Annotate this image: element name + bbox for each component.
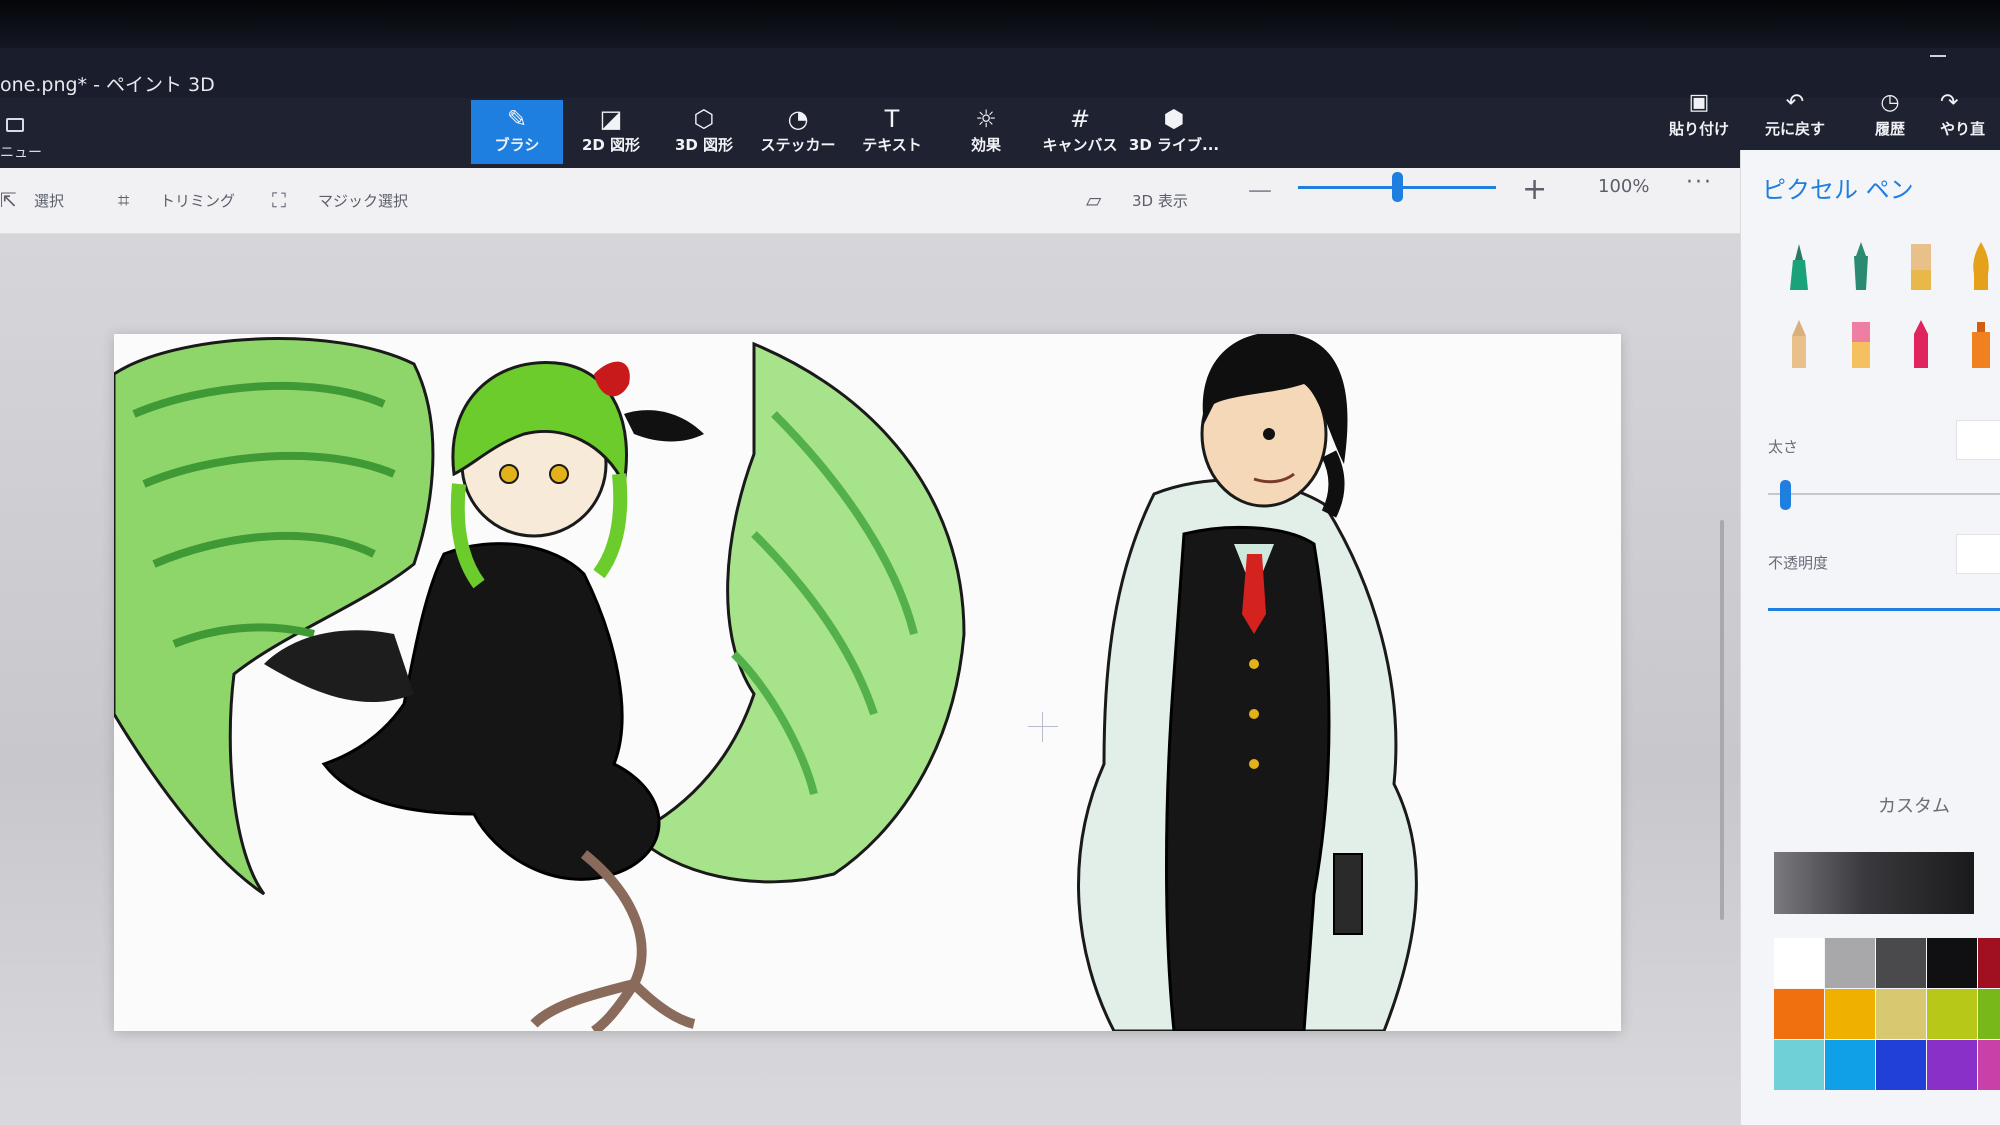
redo-label: やり直 — [1940, 120, 1986, 138]
menu-label: ニュー — [0, 145, 42, 161]
tool-3d-shapes[interactable]: ⬡ 3D 図形 — [658, 100, 750, 164]
color-swatch[interactable] — [1978, 989, 2000, 1039]
effects-icon: ☼ — [975, 105, 997, 133]
brush-icon: ✎ — [506, 105, 528, 133]
custom-color-label: カスタム — [1878, 796, 1950, 817]
color-swatch[interactable] — [1825, 938, 1875, 988]
drawing-canvas[interactable] — [114, 334, 1621, 1031]
tool-2d-shapes[interactable]: ◪ 2D 図形 — [565, 100, 657, 164]
cursor-crosshair — [1028, 712, 1058, 742]
zoom-slider-thumb[interactable] — [1392, 172, 1403, 202]
opacity-label: 不透明度 — [1768, 554, 1829, 572]
3d-shapes-icon: ⬡ — [693, 105, 715, 133]
undo-button[interactable]: ↶ 元に戻す — [1750, 88, 1840, 148]
select-button[interactable]: 選択 — [34, 190, 64, 211]
view-3d-icon: ▱ — [1086, 188, 1102, 212]
stickers-icon: ◔ — [787, 105, 809, 133]
tool-label: 2D 図形 — [581, 136, 641, 154]
brush-marker-icon[interactable] — [1784, 240, 1814, 292]
color-swatch[interactable] — [1825, 989, 1875, 1039]
color-swatch[interactable] — [1774, 1040, 1824, 1090]
thickness-input[interactable] — [1956, 420, 2000, 460]
color-swatch[interactable] — [1978, 1040, 2000, 1090]
color-swatch[interactable] — [1825, 1040, 1875, 1090]
history-button[interactable]: ◷ 履歴 — [1845, 88, 1935, 148]
color-swatch[interactable] — [1774, 938, 1824, 988]
history-label: 履歴 — [1874, 120, 1905, 138]
redo-button[interactable]: ↷ やり直 — [1940, 88, 2000, 148]
text-icon: T — [884, 105, 900, 133]
magic-select-icon: ⛶ — [272, 188, 286, 212]
tool-label: 3D ライブ... — [1128, 136, 1220, 154]
artwork-illustration — [114, 334, 1418, 1031]
spray-can-icon[interactable] — [1966, 318, 1996, 370]
color-swatch[interactable] — [1876, 938, 1926, 988]
crop-icon: ⌗ — [118, 188, 130, 212]
minimize-icon[interactable] — [1930, 55, 1946, 57]
paint3d-window: one.png* - ペイント 3D ニュー ✎ ブラシ ◪ 2D 図形 ⬡ 3… — [0, 0, 2000, 1125]
opacity-slider[interactable] — [1768, 608, 2000, 611]
menu-icon — [6, 118, 24, 132]
tool-brushes[interactable]: ✎ ブラシ — [471, 100, 563, 164]
vertical-scrollbar[interactable] — [1720, 520, 1724, 920]
opacity-input[interactable] — [1956, 534, 2000, 574]
tool-3d-library[interactable]: ⬢ 3D ライブ... — [1128, 100, 1220, 164]
more-options-button[interactable]: ··· — [1686, 170, 1713, 195]
crop-button[interactable]: トリミング — [160, 190, 235, 211]
pencil-icon[interactable] — [1784, 318, 1814, 370]
color-swatch[interactable] — [1876, 989, 1926, 1039]
zoom-value: 100% — [1598, 176, 1650, 197]
tool-stickers[interactable]: ◔ ステッカー — [752, 100, 844, 164]
brush-subtoolbar — [0, 168, 1740, 234]
tool-label: キャンバス — [1042, 136, 1118, 154]
menu-button[interactable]: ニュー — [0, 114, 60, 164]
undo-icon: ↶ — [1785, 90, 1805, 115]
watercolor-icon[interactable] — [1966, 240, 1996, 292]
crayon-icon[interactable] — [1906, 318, 1936, 370]
tool-label: テキスト — [862, 136, 922, 154]
current-color-swatch[interactable] — [1774, 852, 1974, 914]
2d-shapes-icon: ◪ — [599, 105, 623, 133]
zoom-out-button[interactable]: — — [1248, 176, 1272, 204]
redo-icon: ↷ — [1940, 90, 1959, 115]
panel-title: ピクセル ペン — [1762, 176, 1914, 204]
color-swatch[interactable] — [1774, 989, 1824, 1039]
monitor-bezel — [0, 0, 2000, 48]
3d-library-icon: ⬢ — [1163, 105, 1185, 133]
thickness-slider[interactable] — [1768, 493, 2000, 495]
tool-canvas[interactable]: # キャンバス — [1034, 100, 1126, 164]
oil-brush-icon[interactable] — [1906, 240, 1936, 292]
color-swatch[interactable] — [1927, 938, 1977, 988]
tool-label: 効果 — [970, 136, 1001, 154]
tool-effects[interactable]: ☼ 効果 — [940, 100, 1032, 164]
undo-label: 元に戻す — [1764, 120, 1825, 138]
tool-label: ステッカー — [760, 136, 836, 154]
paste-icon: ▣ — [1688, 90, 1710, 115]
select-icon: ⇱ — [0, 188, 17, 212]
tool-label: ブラシ — [494, 136, 540, 154]
magic-select-button[interactable]: マジック選択 — [318, 190, 408, 211]
color-swatch[interactable] — [1876, 1040, 1926, 1090]
color-swatch[interactable] — [1978, 938, 2000, 988]
tool-label: 3D 図形 — [674, 136, 734, 154]
window-title: one.png* - ペイント 3D — [0, 74, 215, 96]
paste-label: 貼り付け — [1668, 120, 1729, 138]
color-swatch[interactable] — [1927, 1040, 1977, 1090]
history-icon: ◷ — [1880, 90, 1900, 115]
thickness-slider-thumb[interactable] — [1779, 480, 1791, 510]
thickness-label: 太さ — [1768, 438, 1799, 456]
canvas-icon: # — [1069, 105, 1091, 133]
zoom-in-button[interactable]: + — [1522, 172, 1547, 207]
color-swatch[interactable] — [1927, 989, 1977, 1039]
eraser-icon[interactable] — [1846, 318, 1876, 370]
paste-button[interactable]: ▣ 貼り付け — [1654, 88, 1744, 148]
view-3d-button[interactable]: 3D 表示 — [1132, 190, 1188, 211]
tool-text[interactable]: T テキスト — [846, 100, 938, 164]
calligraphy-pen-icon[interactable] — [1846, 240, 1876, 292]
